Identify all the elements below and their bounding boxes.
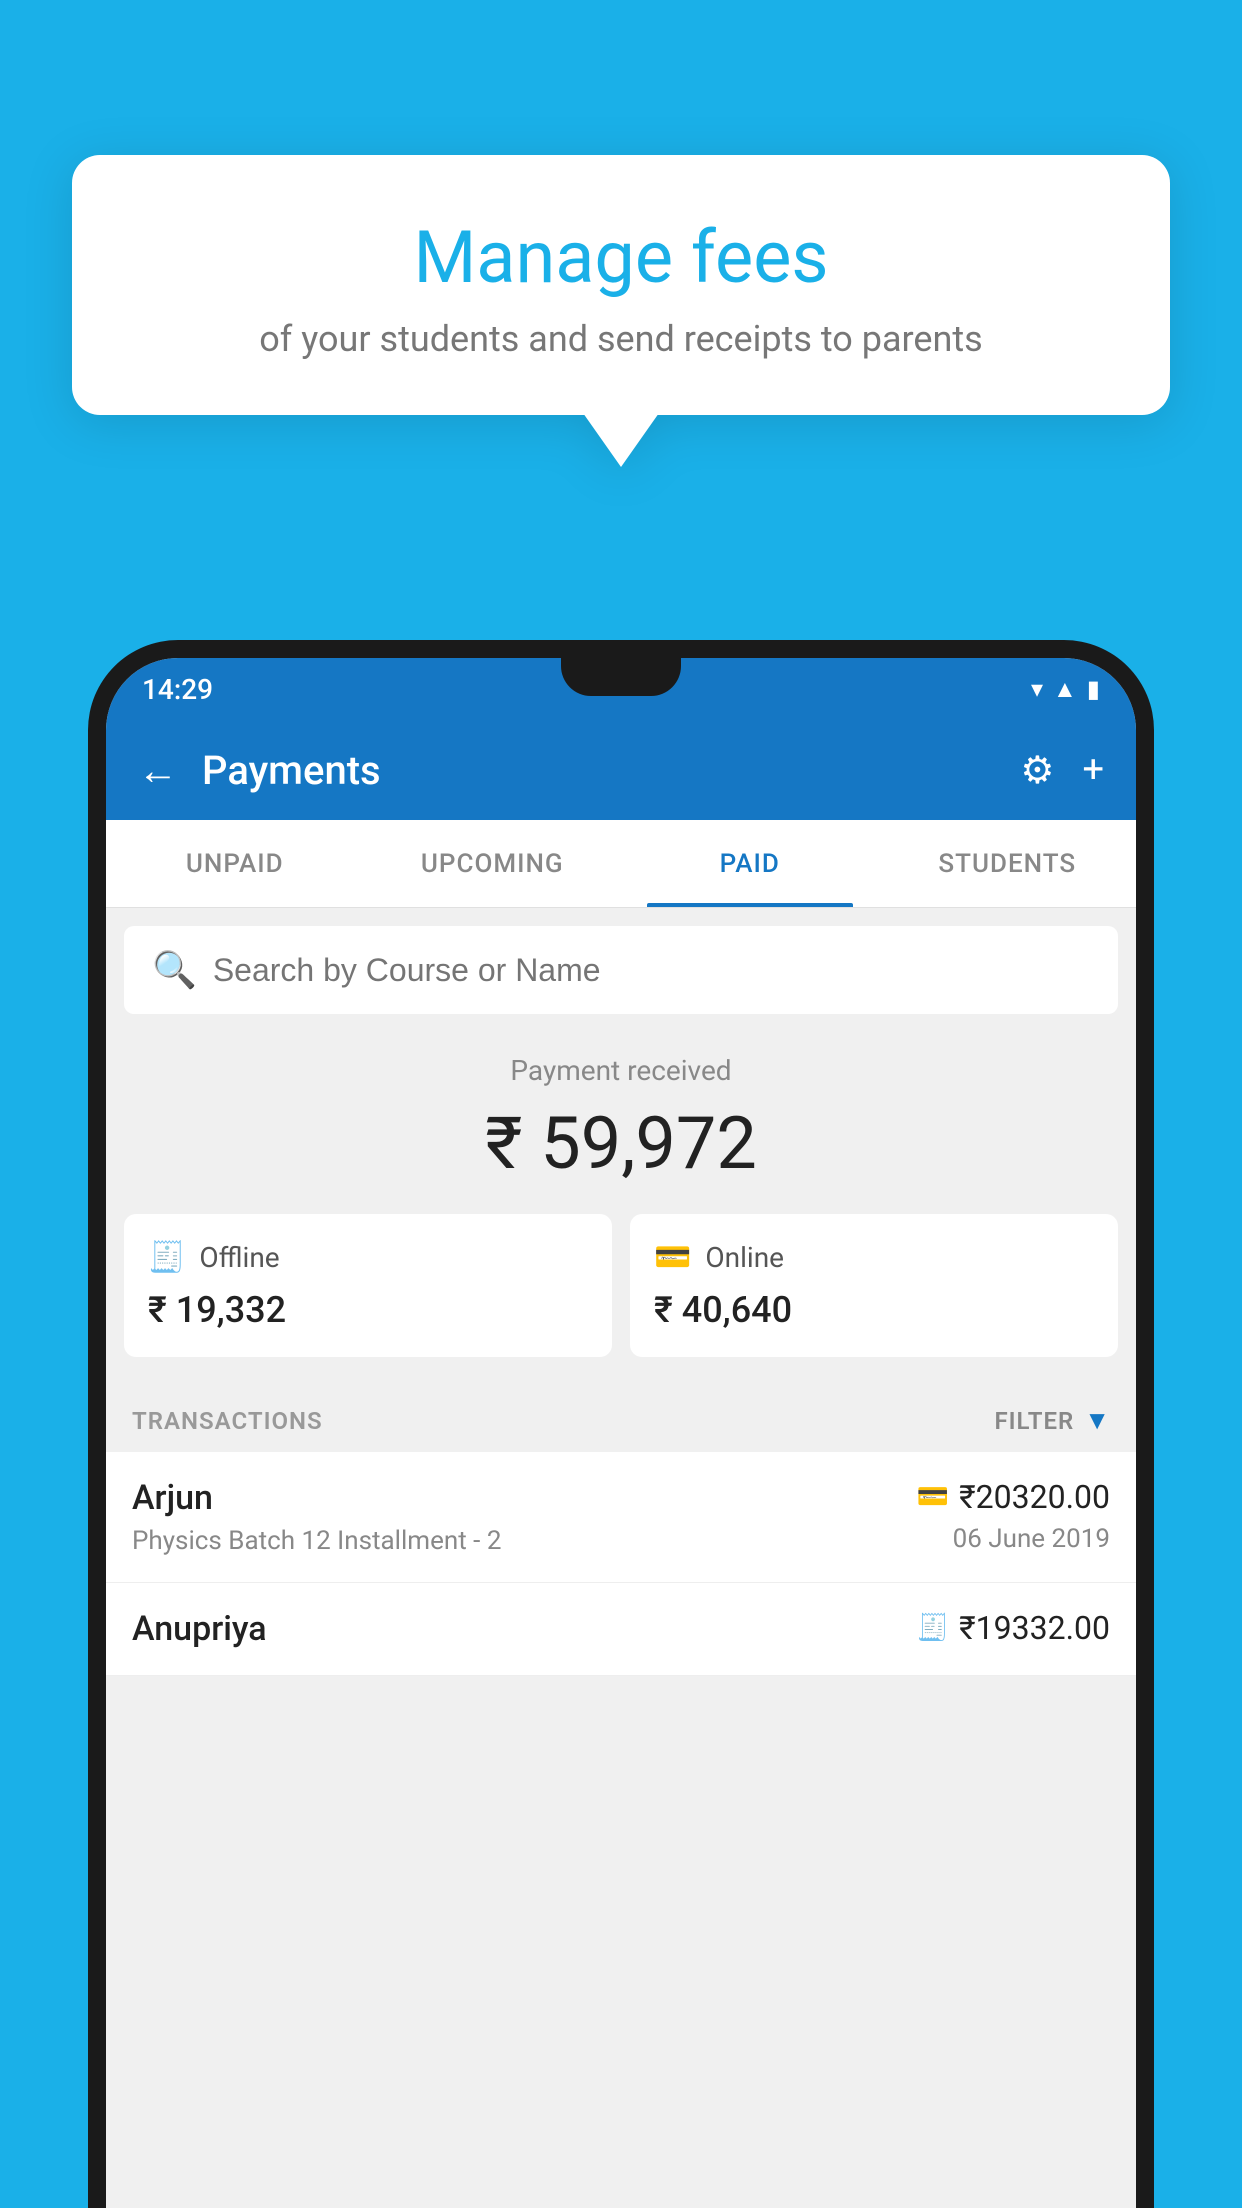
- phone-frame: 14:29 ▾ ▲ ▮ ← Payments ⚙ + UNPAID UPCOMI…: [88, 640, 1154, 2208]
- payment-cards: 🧾 Offline ₹ 19,332 💳 Online ₹ 40,640: [106, 1214, 1136, 1385]
- payment-received-label: Payment received: [106, 1054, 1136, 1087]
- tab-paid[interactable]: PAID: [621, 820, 879, 907]
- bubble-title: Manage fees: [112, 215, 1130, 300]
- page-title: Payments: [202, 747, 1020, 794]
- app-header: ← Payments ⚙ +: [106, 720, 1136, 820]
- tab-upcoming[interactable]: UPCOMING: [364, 820, 622, 907]
- search-input[interactable]: [213, 952, 1090, 989]
- transaction-date: 06 June 2019: [953, 1524, 1110, 1554]
- header-actions: ⚙ +: [1020, 748, 1104, 793]
- status-time: 14:29: [142, 673, 213, 706]
- back-button[interactable]: ←: [138, 747, 178, 794]
- battery-icon: ▮: [1087, 675, 1100, 703]
- speech-bubble: Manage fees of your students and send re…: [72, 155, 1170, 415]
- search-icon: 🔍: [152, 949, 197, 991]
- status-bar: 14:29 ▾ ▲ ▮: [106, 658, 1136, 720]
- offline-card: 🧾 Offline ₹ 19,332: [124, 1214, 612, 1357]
- tab-bar: UNPAID UPCOMING PAID STUDENTS: [106, 820, 1136, 908]
- transaction-left: Anupriya: [132, 1609, 267, 1649]
- offline-card-header: 🧾 Offline: [148, 1240, 588, 1275]
- online-icon: 💳: [654, 1240, 691, 1275]
- tab-unpaid[interactable]: UNPAID: [106, 820, 364, 907]
- add-button[interactable]: +: [1082, 748, 1104, 792]
- online-amount: ₹ 40,640: [654, 1289, 1094, 1331]
- online-label: Online: [705, 1241, 784, 1274]
- filter-button[interactable]: FILTER ▼: [994, 1405, 1110, 1436]
- transactions-label: TRANSACTIONS: [132, 1407, 323, 1435]
- status-icons: ▾ ▲ ▮: [1031, 675, 1100, 704]
- transaction-amount-row: 🧾 ₹19332.00: [917, 1609, 1110, 1647]
- tab-students[interactable]: STUDENTS: [879, 820, 1137, 907]
- offline-payment-icon: 🧾: [917, 1613, 949, 1643]
- online-card: 💳 Online ₹ 40,640: [630, 1214, 1118, 1357]
- transaction-amount: ₹19332.00: [959, 1609, 1110, 1647]
- transaction-name: Anupriya: [132, 1609, 267, 1649]
- filter-label: FILTER: [994, 1407, 1074, 1435]
- search-container[interactable]: 🔍: [124, 926, 1118, 1014]
- transaction-detail: Physics Batch 12 Installment - 2: [132, 1526, 501, 1556]
- transactions-header: TRANSACTIONS FILTER ▼: [106, 1385, 1136, 1452]
- transaction-name: Arjun: [132, 1478, 501, 1518]
- transaction-item[interactable]: Anupriya 🧾 ₹19332.00: [106, 1583, 1136, 1676]
- bubble-subtitle: of your students and send receipts to pa…: [112, 318, 1130, 360]
- online-payment-icon: 💳: [917, 1482, 949, 1512]
- transaction-amount-row: 💳 ₹20320.00: [917, 1478, 1110, 1516]
- transaction-item[interactable]: Arjun Physics Batch 12 Installment - 2 💳…: [106, 1452, 1136, 1583]
- phone-screen: 14:29 ▾ ▲ ▮ ← Payments ⚙ + UNPAID UPCOMI…: [106, 658, 1136, 2208]
- wifi-icon: ▾: [1031, 675, 1043, 703]
- content-area: 🔍 Payment received ₹ 59,972 🧾 Offline ₹ …: [106, 908, 1136, 2208]
- offline-label: Offline: [199, 1241, 279, 1274]
- payment-received-amount: ₹ 59,972: [106, 1101, 1136, 1186]
- notch: [561, 658, 681, 696]
- transaction-left: Arjun Physics Batch 12 Installment - 2: [132, 1478, 501, 1556]
- transaction-amount: ₹20320.00: [959, 1478, 1110, 1516]
- offline-amount: ₹ 19,332: [148, 1289, 588, 1331]
- payment-summary: Payment received ₹ 59,972: [106, 1014, 1136, 1214]
- online-card-header: 💳 Online: [654, 1240, 1094, 1275]
- gear-icon[interactable]: ⚙: [1020, 748, 1054, 793]
- signal-icon: ▲: [1053, 675, 1077, 704]
- transaction-right: 💳 ₹20320.00 06 June 2019: [917, 1478, 1110, 1554]
- transaction-right: 🧾 ₹19332.00: [917, 1609, 1110, 1647]
- filter-icon: ▼: [1084, 1405, 1110, 1436]
- offline-icon: 🧾: [148, 1240, 185, 1275]
